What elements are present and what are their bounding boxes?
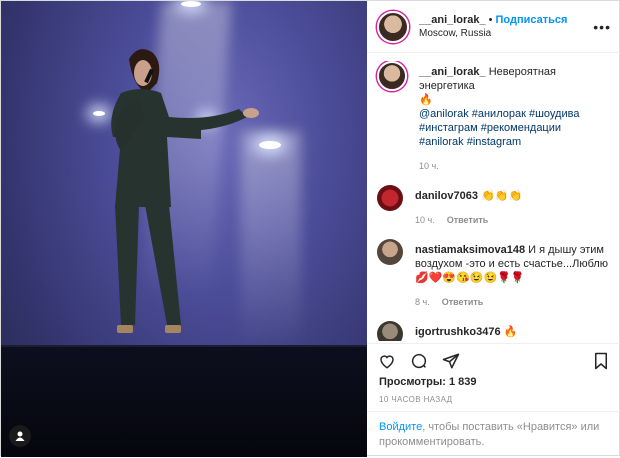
comment-item: nastiamaksimova148 И я дышу этим воздухо… — [377, 237, 611, 309]
views-number: 1 839 — [448, 376, 477, 388]
comment-item: igortrushko3476 🔥 — [377, 319, 611, 341]
comment-time: 10 ч. — [415, 215, 435, 225]
action-bar — [367, 343, 620, 377]
login-link[interactable]: Войдите — [379, 421, 422, 433]
fire-emoji: 🔥 — [419, 94, 433, 106]
avatar[interactable] — [377, 61, 407, 91]
comment-icon[interactable] — [409, 351, 429, 371]
caption: __ani_lorak_ Невероятная энергетика 🔥 @a… — [377, 61, 611, 173]
avatar[interactable] — [377, 321, 403, 341]
comment-body: danilov7063 👏👏👏 10 ч. Ответить — [415, 183, 611, 227]
location-link[interactable]: Moscow, Russia — [419, 27, 593, 41]
avatar[interactable] — [377, 10, 409, 43]
caption-username[interactable]: __ani_lorak_ — [419, 66, 486, 78]
caption-tags[interactable]: @anilorak #анилорак #шоудива — [419, 108, 579, 120]
post-video[interactable] — [1, 1, 367, 457]
header-text: __ani_lorak_ • Подписаться Moscow, Russia — [419, 13, 593, 41]
comment-text: 🔥 — [503, 326, 518, 338]
comment-meta: 10 ч. Ответить — [415, 213, 611, 227]
comment-text: 👏👏👏 — [481, 190, 523, 202]
views-count[interactable]: Просмотры: 1 839 — [379, 376, 477, 388]
post-timestamp[interactable]: 10 ЧАСОВ НАЗАД — [379, 395, 452, 404]
caption-tags[interactable]: #anilorak #instagram — [419, 136, 521, 148]
reply-button[interactable]: Ответить — [442, 297, 484, 307]
avatar[interactable] — [377, 239, 403, 265]
header-username[interactable]: __ani_lorak_ — [419, 14, 486, 26]
reply-button[interactable]: Ответить — [447, 215, 489, 225]
stage-floor — [1, 347, 367, 457]
caption-body: __ani_lorak_ Невероятная энергетика 🔥 @a… — [419, 61, 611, 173]
separator-dot: • — [488, 13, 493, 26]
instagram-post: __ani_lorak_ • Подписаться Moscow, Russia … — [0, 0, 620, 457]
views-label: Просмотры: — [379, 376, 446, 388]
caption-meta: 10 ч. — [419, 159, 611, 173]
comment-body: nastiamaksimova148 И я дышу этим воздухо… — [415, 237, 611, 309]
share-icon[interactable] — [441, 351, 461, 371]
stage-light — [181, 1, 201, 7]
comment-item: danilov7063 👏👏👏 10 ч. Ответить — [377, 183, 611, 227]
caption-time: 10 ч. — [419, 161, 439, 171]
avatar[interactable] — [377, 185, 403, 211]
comment-username[interactable]: danilov7063 — [415, 190, 478, 202]
performer-figure — [111, 49, 259, 333]
caption-tags[interactable]: #инстаграм #рекомендации — [419, 122, 561, 134]
comment-username[interactable]: igortrushko3476 — [415, 326, 501, 338]
comment-time: 8 ч. — [415, 297, 430, 307]
bookmark-icon[interactable] — [591, 351, 611, 371]
heart-icon[interactable] — [377, 351, 397, 371]
login-prompt: Войдите, чтобы поставить «Нравится» или … — [367, 411, 620, 458]
user-tag-icon[interactable] — [9, 425, 31, 447]
more-options-icon[interactable]: ••• — [593, 19, 611, 35]
comment-username[interactable]: nastiamaksimova148 — [415, 244, 525, 256]
comment-meta: 8 ч. Ответить — [415, 295, 611, 309]
comment-body: igortrushko3476 🔥 — [415, 319, 611, 341]
comments-list[interactable]: __ani_lorak_ Невероятная энергетика 🔥 @a… — [367, 61, 620, 341]
follow-button[interactable]: Подписаться — [496, 14, 568, 26]
post-header: __ani_lorak_ • Подписаться Moscow, Russia … — [367, 1, 620, 53]
post-side-panel: __ani_lorak_ • Подписаться Moscow, Russia … — [367, 1, 620, 457]
